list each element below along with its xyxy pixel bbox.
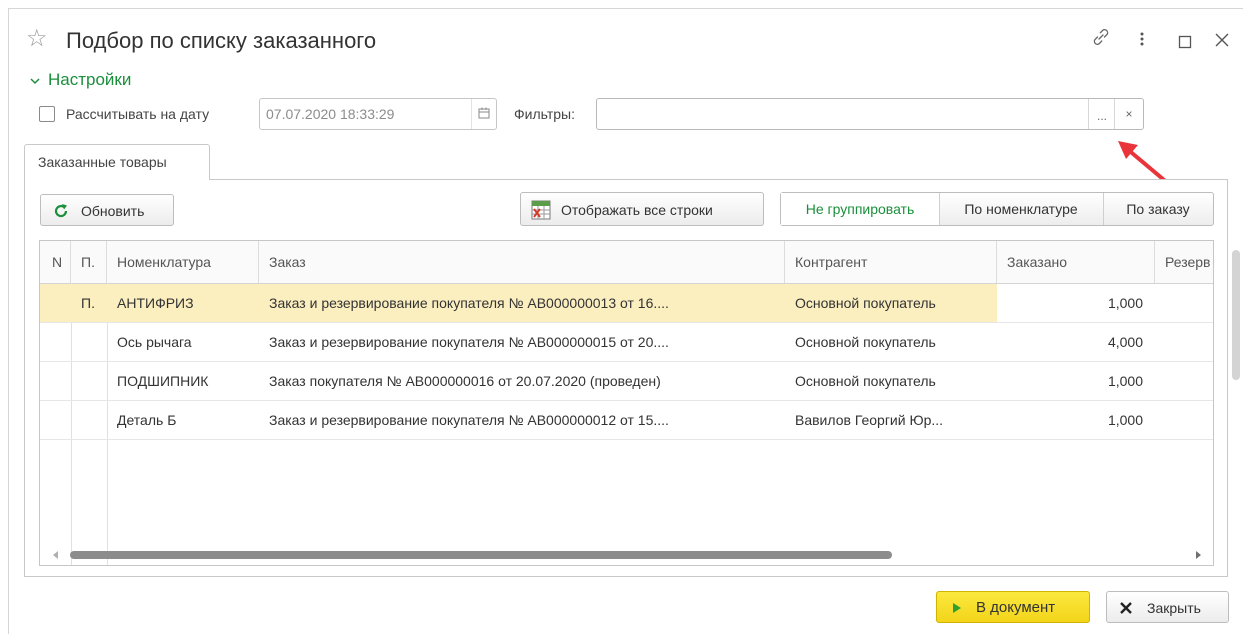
cell-partner: Основной покупатель <box>795 334 936 350</box>
table-row[interactable]: П. АНТИФРИЗ Заказ и резервирование покуп… <box>40 284 1213 323</box>
link-icon[interactable] <box>1090 26 1112 53</box>
cell-item: ПОДШИПНИК <box>117 373 209 389</box>
filters-clear-button[interactable]: × <box>1114 99 1143 129</box>
settings-toggle[interactable]: Настройки <box>30 70 131 90</box>
scroll-right-icon[interactable] <box>1194 550 1202 560</box>
cell-p <box>71 362 107 400</box>
close-button[interactable]: Закрыть <box>1106 591 1229 623</box>
show-all-rows-button[interactable]: Отображать все строки <box>520 192 764 226</box>
col-header-qty[interactable]: Заказано <box>997 241 1155 283</box>
date-field[interactable]: 07.07.2020 18:33:29 <box>259 98 497 130</box>
col-header-item[interactable]: Номенклатура <box>107 241 259 283</box>
cell-item: Деталь Б <box>117 412 177 428</box>
ordered-goods-table: N П. Номенклатура Заказ Контрагент Заказ… <box>39 240 1214 566</box>
cell-item: АНТИФРИЗ <box>117 295 194 311</box>
window-title: Подбор по списку заказанного <box>66 28 377 53</box>
settings-header: Настройки <box>48 70 132 89</box>
close-x-icon <box>1120 602 1132 614</box>
group-none-button[interactable]: Не группировать <box>781 193 940 225</box>
favorite-star-icon[interactable]: ☆ <box>26 25 48 53</box>
filters-input[interactable]: ... × <box>596 98 1144 130</box>
cell-n <box>40 401 71 439</box>
cell-reserve <box>1155 362 1213 400</box>
date-value: 07.07.2020 18:33:29 <box>266 106 395 122</box>
cell-p <box>71 323 107 361</box>
cell-partner: Основной покупатель <box>795 295 936 311</box>
cell-n <box>40 284 71 322</box>
cell-order: Заказ покупателя № АВ000000016 от 20.07.… <box>269 373 661 389</box>
show-all-rows-label: Отображать все строки <box>561 202 713 218</box>
close-label: Закрыть <box>1147 600 1201 616</box>
chevron-down-icon <box>30 77 40 84</box>
cell-qty: 1,000 <box>1107 373 1143 389</box>
tab-ordered-goods[interactable]: Заказанные товары <box>24 144 210 180</box>
refresh-button[interactable]: Обновить <box>40 194 174 226</box>
calc-on-date-label: Рассчитывать на дату <box>66 106 210 122</box>
col-header-n[interactable]: N <box>40 241 71 283</box>
cell-order: Заказ и резервирование покупателя № АВ00… <box>269 295 669 311</box>
table-row[interactable]: Деталь Б Заказ и резервирование покупате… <box>40 401 1213 440</box>
close-icon[interactable] <box>1214 31 1230 53</box>
col-header-partner[interactable]: Контрагент <box>785 241 997 283</box>
group-by-item-button[interactable]: По номенклатуре <box>939 193 1104 225</box>
more-vertical-icon[interactable] <box>1137 30 1147 53</box>
cell-qty: 1,000 <box>1107 412 1143 428</box>
scroll-left-icon[interactable] <box>52 550 60 560</box>
cell-order: Заказ и резервирование покупателя № АВ00… <box>269 412 669 428</box>
tab-label: Заказанные товары <box>38 154 167 170</box>
cell-qty: 1,000 <box>997 284 1155 322</box>
to-document-label: В документ <box>976 599 1056 616</box>
cell-n <box>40 362 71 400</box>
to-document-button[interactable]: В документ <box>936 591 1090 623</box>
horizontal-scrollbar[interactable] <box>40 545 1213 565</box>
scrollbar-thumb[interactable] <box>70 551 892 559</box>
cell-qty: 4,000 <box>1107 334 1143 350</box>
col-header-p[interactable]: П. <box>71 241 107 283</box>
cell-p: П. <box>81 295 95 311</box>
calc-on-date-checkbox[interactable] <box>39 106 55 122</box>
cell-item: Ось рычага <box>117 334 192 350</box>
cell-partner: Вавилов Георгий Юр... <box>795 412 944 428</box>
col-header-reserve[interactable]: Резерв <box>1155 241 1213 283</box>
col-header-order[interactable]: Заказ <box>259 241 785 283</box>
group-by-order-button[interactable]: По заказу <box>1103 193 1213 225</box>
table-header: N П. Номенклатура Заказ Контрагент Заказ… <box>40 241 1213 284</box>
table-row[interactable]: Ось рычага Заказ и резервирование покупа… <box>40 323 1213 362</box>
filters-label: Фильтры: <box>514 106 575 122</box>
cell-partner: Основной покупатель <box>795 373 936 389</box>
table-filter-icon <box>531 200 551 220</box>
refresh-icon <box>54 204 68 218</box>
cell-p <box>71 401 107 439</box>
grouping-selector: Не группировать По номенклатуре По заказ… <box>780 192 1214 226</box>
calendar-icon[interactable] <box>471 99 496 129</box>
cell-order: Заказ и резервирование покупателя № АВ00… <box>269 334 669 350</box>
table-row[interactable]: ПОДШИПНИК Заказ покупателя № АВ000000016… <box>40 362 1213 401</box>
refresh-label: Обновить <box>81 203 145 219</box>
cell-reserve <box>1155 284 1213 322</box>
filters-select-button[interactable]: ... <box>1088 99 1115 129</box>
play-icon <box>953 603 961 613</box>
vertical-scrollbar-thumb[interactable] <box>1232 250 1240 380</box>
maximize-icon[interactable] <box>1178 32 1192 54</box>
cell-reserve <box>1155 401 1213 439</box>
cell-reserve <box>1155 323 1213 361</box>
cell-n <box>40 323 71 361</box>
